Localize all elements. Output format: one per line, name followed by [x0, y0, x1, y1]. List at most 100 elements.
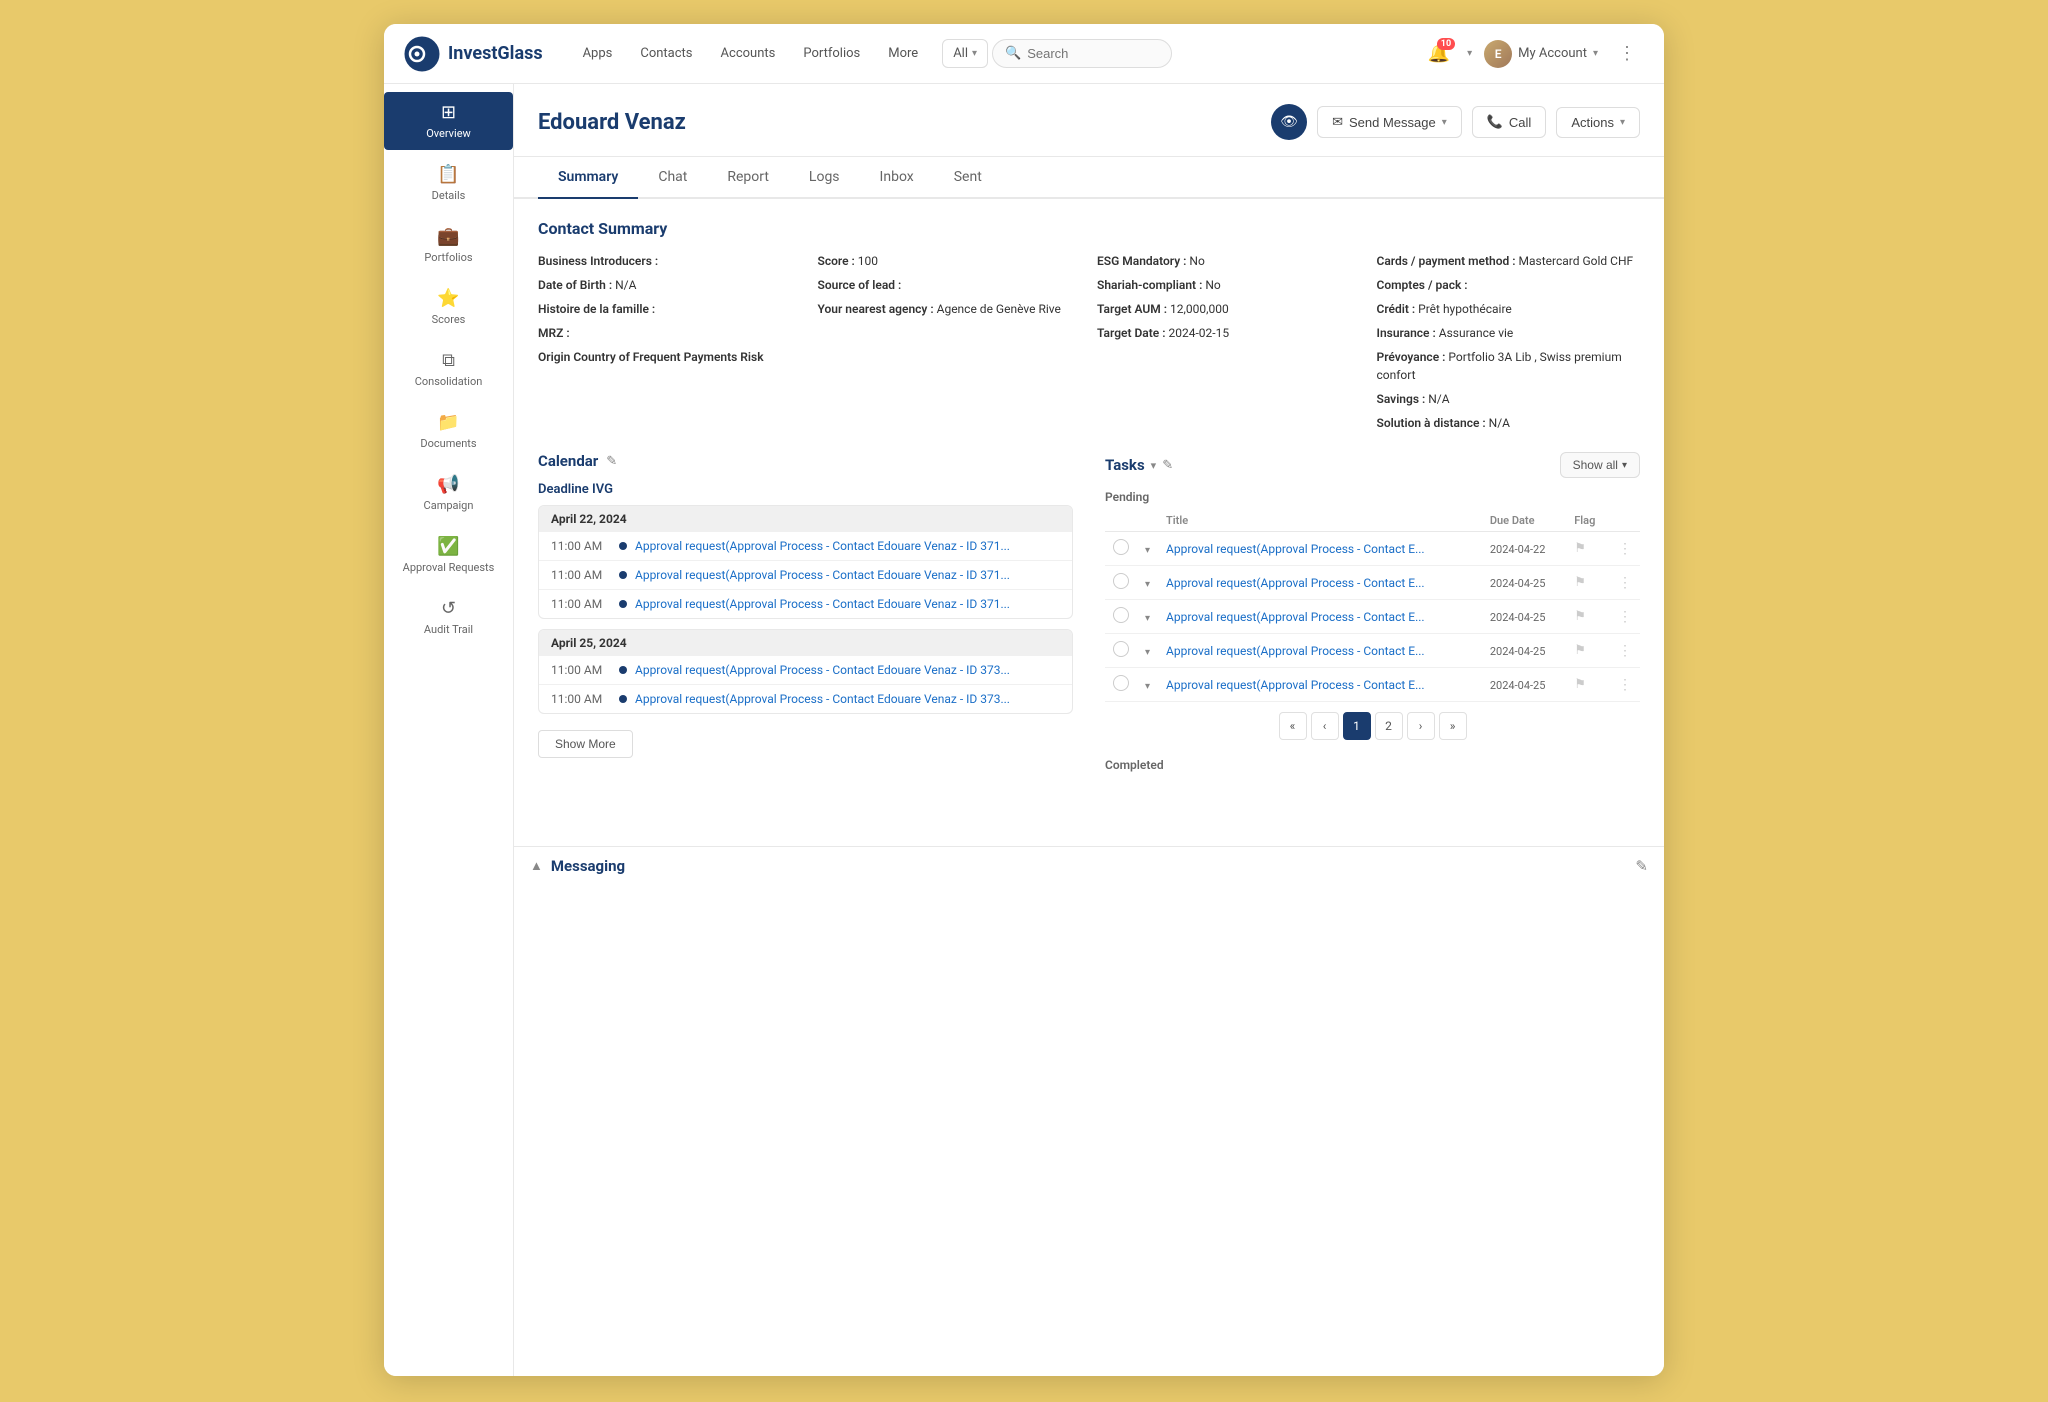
summary-col-1: Business Introducers : Date of Birth : N… — [538, 252, 802, 432]
row-more-dots[interactable]: ⋮ — [1618, 609, 1632, 625]
search-bar[interactable]: 🔍 — [992, 39, 1172, 68]
sidebar-item-documents[interactable]: 📁 Documents — [384, 402, 513, 460]
sidebar-item-approval-requests[interactable]: ✅ Approval Requests — [384, 526, 513, 584]
summary-col-2: Score : 100 Source of lead : Your neares… — [818, 252, 1082, 432]
sidebar-item-portfolios[interactable]: 💼 Portfolios — [384, 216, 513, 274]
tasks-title-area: Tasks ▾ ✎ — [1105, 456, 1173, 474]
call-button[interactable]: 📞 Call — [1472, 106, 1547, 138]
tab-report[interactable]: Report — [707, 157, 789, 199]
calendar-event[interactable]: 11:00 AM Approval request(Approval Proce… — [539, 685, 1072, 713]
col-expand — [1137, 510, 1158, 532]
event-title[interactable]: Approval request(Approval Process - Cont… — [635, 692, 1010, 706]
task-checkbox[interactable] — [1113, 641, 1129, 657]
calendar-event[interactable]: 11:00 AM Approval request(Approval Proce… — [539, 656, 1072, 685]
calendar-group-apr22: April 22, 2024 11:00 AM Approval request… — [538, 505, 1073, 619]
messaging-edit-icon[interactable]: ✎ — [1635, 857, 1648, 875]
sidebar-item-consolidation[interactable]: ⧉ Consolidation — [384, 340, 513, 398]
flag-icon[interactable]: ⚑ — [1574, 541, 1586, 556]
task-checkbox[interactable] — [1113, 573, 1129, 589]
tab-chat[interactable]: Chat — [638, 157, 707, 199]
table-row: ▾ Approval request(Approval Process - Co… — [1105, 532, 1640, 566]
sidebar-item-details[interactable]: 📋 Details — [384, 154, 513, 212]
bell-button[interactable]: 🔔 10 — [1423, 38, 1455, 70]
calendar-event[interactable]: 11:00 AM Approval request(Approval Proce… — [539, 561, 1072, 590]
nav-more[interactable]: More — [876, 40, 930, 67]
row-more-dots[interactable]: ⋮ — [1618, 575, 1632, 591]
task-title[interactable]: Approval request(Approval Process - Cont… — [1166, 576, 1425, 590]
scores-icon: ⭐ — [437, 288, 459, 309]
flag-icon[interactable]: ⚑ — [1574, 677, 1586, 692]
event-title[interactable]: Approval request(Approval Process - Cont… — [635, 539, 1010, 553]
my-account-button[interactable]: E My Account ▾ — [1484, 40, 1598, 68]
eye-button[interactable]: 👁 — [1271, 104, 1307, 140]
page-2-button[interactable]: 2 — [1375, 712, 1403, 740]
task-title[interactable]: Approval request(Approval Process - Cont… — [1166, 678, 1425, 692]
page-first-button[interactable]: « — [1279, 712, 1307, 740]
search-input[interactable] — [1027, 46, 1159, 61]
task-title[interactable]: Approval request(Approval Process - Cont… — [1166, 644, 1425, 658]
sidebar-label-approval: Approval Requests — [403, 561, 495, 574]
nav-accounts[interactable]: Accounts — [709, 40, 788, 67]
tabs-bar: Summary Chat Report Logs Inbox Sent — [514, 157, 1664, 199]
expand-icon[interactable]: ▾ — [1145, 613, 1150, 624]
page-last-button[interactable]: » — [1439, 712, 1467, 740]
event-time: 11:00 AM — [551, 597, 611, 611]
tab-inbox[interactable]: Inbox — [860, 157, 934, 199]
flag-icon[interactable]: ⚑ — [1574, 643, 1586, 658]
flag-icon[interactable]: ⚑ — [1574, 609, 1586, 624]
task-checkbox[interactable] — [1113, 539, 1129, 555]
show-more-button[interactable]: Show More — [538, 730, 633, 758]
nav-apps[interactable]: Apps — [571, 40, 625, 67]
tasks-dropdown-icon[interactable]: ▾ — [1151, 459, 1157, 472]
event-title[interactable]: Approval request(Approval Process - Cont… — [635, 597, 1010, 611]
nav-portfolios[interactable]: Portfolios — [791, 40, 872, 67]
expand-icon[interactable]: ▾ — [1145, 579, 1150, 590]
task-checkbox[interactable] — [1113, 675, 1129, 691]
row-more-dots[interactable]: ⋮ — [1618, 677, 1632, 693]
messaging-label-area[interactable]: ▲ Messaging — [530, 857, 625, 875]
event-title[interactable]: Approval request(Approval Process - Cont… — [635, 663, 1010, 677]
task-checkbox[interactable] — [1113, 607, 1129, 623]
sidebar-item-overview[interactable]: ⊞ Overview — [384, 92, 513, 150]
overview-icon: ⊞ — [441, 102, 456, 123]
all-dropdown[interactable]: All ▾ — [942, 39, 988, 68]
row-more-dots[interactable]: ⋮ — [1618, 541, 1632, 557]
more-dots-button[interactable]: ⋮ — [1610, 39, 1644, 68]
calendar-event[interactable]: 11:00 AM Approval request(Approval Proce… — [539, 532, 1072, 561]
summary-agency: Your nearest agency : Agence de Genève R… — [818, 300, 1082, 318]
summary-credit: Crédit : Prêt hypothécaire — [1377, 300, 1641, 318]
bell-dropdown-icon[interactable]: ▾ — [1467, 48, 1472, 59]
sidebar-item-scores[interactable]: ⭐ Scores — [384, 278, 513, 336]
sidebar-item-audit-trail[interactable]: ↺ Audit Trail — [384, 588, 513, 646]
event-dot-icon — [619, 666, 627, 674]
logo[interactable]: InvestGlass — [404, 36, 543, 72]
expand-icon[interactable]: ▾ — [1145, 647, 1150, 658]
tasks-edit-icon[interactable]: ✎ — [1162, 458, 1173, 473]
task-title[interactable]: Approval request(Approval Process - Cont… — [1166, 542, 1425, 556]
documents-icon: 📁 — [437, 412, 459, 433]
tab-sent[interactable]: Sent — [934, 157, 1002, 199]
nav-contacts[interactable]: Contacts — [628, 40, 704, 67]
actions-button[interactable]: Actions ▾ — [1556, 107, 1640, 138]
expand-icon[interactable]: ▾ — [1145, 681, 1150, 692]
flag-icon[interactable]: ⚑ — [1574, 575, 1586, 590]
calendar-event[interactable]: 11:00 AM Approval request(Approval Proce… — [539, 590, 1072, 618]
page-next-button[interactable]: › — [1407, 712, 1435, 740]
tab-logs[interactable]: Logs — [789, 157, 860, 199]
summary-col-4: Cards / payment method : Mastercard Gold… — [1377, 252, 1641, 432]
row-more-dots[interactable]: ⋮ — [1618, 643, 1632, 659]
page-prev-button[interactable]: ‹ — [1311, 712, 1339, 740]
calendar-edit-icon[interactable]: ✎ — [606, 454, 617, 469]
date-header-apr22: April 22, 2024 — [539, 506, 1072, 532]
expand-icon[interactable]: ▾ — [1145, 545, 1150, 556]
event-dot-icon — [619, 600, 627, 608]
show-all-button[interactable]: Show all ▾ — [1560, 452, 1640, 478]
task-title[interactable]: Approval request(Approval Process - Cont… — [1166, 610, 1425, 624]
sidebar-label-documents: Documents — [420, 437, 476, 450]
sidebar-item-campaign[interactable]: 📢 Campaign — [384, 464, 513, 522]
contact-name: Edouard Venaz — [538, 110, 686, 135]
event-title[interactable]: Approval request(Approval Process - Cont… — [635, 568, 1010, 582]
page-1-button[interactable]: 1 — [1343, 712, 1371, 740]
tab-summary[interactable]: Summary — [538, 157, 638, 199]
send-message-button[interactable]: ✉ Send Message ▾ — [1317, 106, 1462, 138]
